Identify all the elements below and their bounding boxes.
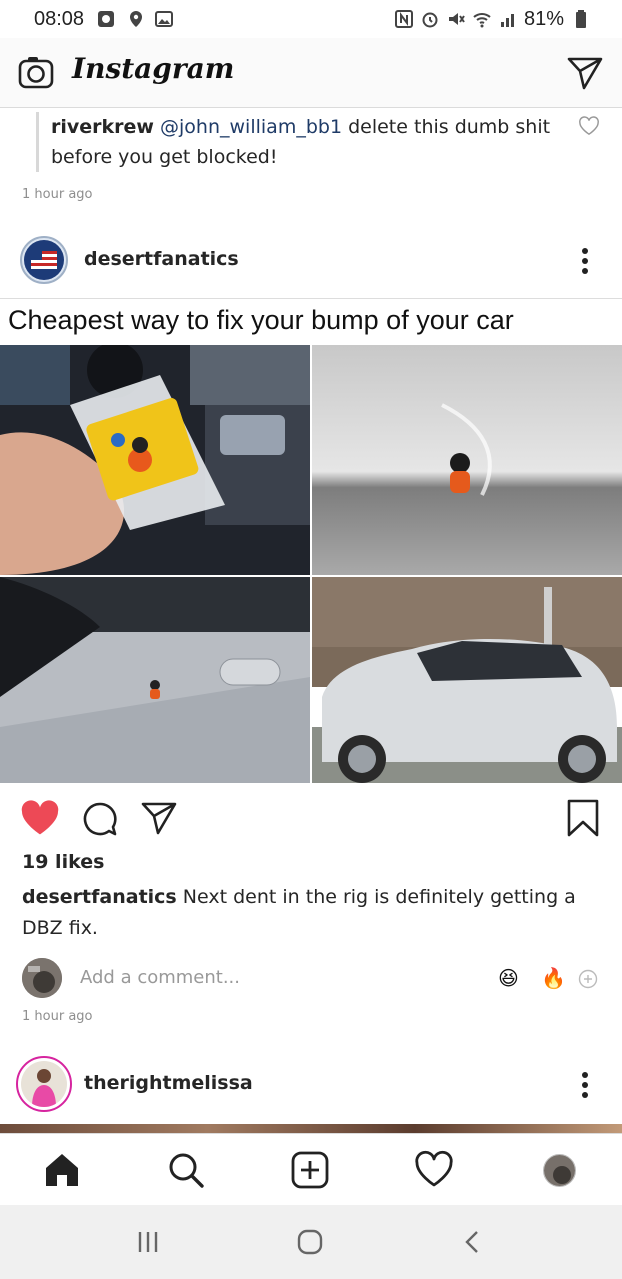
photo-silver-car bbox=[312, 577, 622, 783]
bottom-nav bbox=[0, 1133, 622, 1205]
like-heart-icon[interactable] bbox=[20, 800, 60, 836]
post-actions bbox=[0, 790, 622, 850]
next-post-header: therightmelissa bbox=[0, 1052, 622, 1112]
image-caption: Cheapest way to fix your bump of your ca… bbox=[8, 305, 514, 335]
status-time: 08:08 bbox=[34, 8, 85, 30]
camera-icon[interactable] bbox=[18, 56, 54, 90]
comment-like-icon[interactable] bbox=[578, 116, 600, 136]
more-options-icon[interactable] bbox=[582, 1072, 590, 1102]
signal-icon bbox=[501, 14, 514, 27]
photo-hand-toy bbox=[0, 345, 310, 575]
add-emoji-icon[interactable] bbox=[578, 969, 598, 989]
profile-icon[interactable] bbox=[543, 1154, 576, 1187]
add-comment-input[interactable]: Add a comment... bbox=[80, 967, 240, 988]
post-time: 1 hour ago bbox=[22, 1009, 93, 1024]
post-username[interactable]: desertfanatics bbox=[84, 248, 239, 270]
bookmark-icon[interactable] bbox=[566, 798, 600, 838]
alarm-icon bbox=[422, 12, 438, 28]
comment-mention[interactable]: @john_william_bb1 bbox=[160, 116, 342, 138]
mute-icon bbox=[449, 13, 465, 25]
fire-emoji-button[interactable]: 🔥 bbox=[541, 966, 566, 990]
like-count[interactable]: 19 likes bbox=[22, 851, 104, 873]
notification-box-icon bbox=[98, 11, 114, 27]
battery-icon bbox=[576, 10, 586, 28]
avatar[interactable] bbox=[20, 236, 68, 284]
comment-username[interactable]: riverkrew bbox=[51, 116, 154, 138]
activity-heart-icon[interactable] bbox=[414, 1150, 454, 1190]
recent-apps-icon[interactable] bbox=[136, 1229, 160, 1255]
comment-time: 1 hour ago bbox=[22, 187, 93, 202]
add-comment-row: Add a comment... 😆 🔥 bbox=[0, 954, 622, 1002]
caption-username[interactable]: desertfanatics bbox=[22, 886, 177, 908]
more-options-icon[interactable] bbox=[582, 248, 590, 278]
flag-seal-icon bbox=[24, 240, 64, 280]
home-icon[interactable] bbox=[42, 1150, 82, 1190]
wifi-icon bbox=[473, 13, 491, 28]
laughing-emoji-button[interactable]: 😆 bbox=[498, 966, 519, 990]
search-icon[interactable] bbox=[166, 1150, 206, 1190]
photo-dent-closeup bbox=[312, 345, 622, 575]
post-caption: desertfanatics Next dent in the rig is d… bbox=[22, 882, 602, 944]
app-header: Instagram bbox=[0, 38, 622, 108]
back-icon[interactable] bbox=[462, 1229, 482, 1255]
comment-reply: riverkrew @john_william_bb1 delete this … bbox=[36, 112, 556, 172]
my-avatar bbox=[22, 958, 62, 998]
image-icon bbox=[155, 11, 173, 27]
post-header: desertfanatics bbox=[0, 230, 622, 290]
post-image[interactable]: Cheapest way to fix your bump of your ca… bbox=[0, 298, 622, 783]
comment-icon[interactable] bbox=[82, 801, 118, 837]
app-logo: Instagram bbox=[72, 52, 235, 85]
paper-plane-icon[interactable] bbox=[566, 55, 604, 91]
location-icon bbox=[130, 11, 142, 27]
photo-car-door bbox=[0, 577, 310, 783]
system-nav-bar bbox=[0, 1205, 622, 1279]
add-post-icon[interactable] bbox=[290, 1150, 330, 1190]
next-post-username[interactable]: therightmelissa bbox=[84, 1072, 253, 1094]
battery-percent: 81% bbox=[524, 8, 565, 30]
nfc-icon bbox=[395, 10, 413, 28]
story-avatar[interactable] bbox=[16, 1056, 72, 1112]
next-post-image-edge bbox=[0, 1124, 622, 1133]
home-button-icon[interactable] bbox=[297, 1229, 323, 1255]
status-bar: 08:08 81% bbox=[0, 0, 622, 38]
share-icon[interactable] bbox=[140, 800, 178, 836]
